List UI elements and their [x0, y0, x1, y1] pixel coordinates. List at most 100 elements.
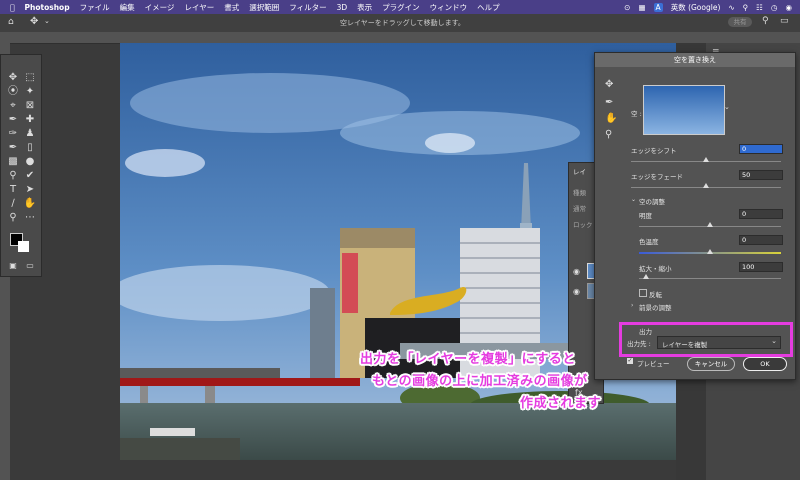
menu-image[interactable]: イメージ — [145, 2, 175, 13]
menu-filter[interactable]: フィルター — [289, 2, 326, 13]
home-icon[interactable]: ⌂ — [8, 17, 14, 27]
blend-mode-select[interactable]: 通常 — [573, 203, 586, 213]
preview-checkbox[interactable]: ✓ — [627, 358, 633, 364]
search-menubar-icon[interactable]: ⚲ — [743, 3, 749, 12]
eyedropper-icon[interactable]: ✒ — [6, 113, 20, 127]
output-highlight-box — [619, 322, 793, 357]
menu-view[interactable]: 表示 — [357, 2, 372, 13]
cancel-button[interactable]: キャンセル — [687, 357, 735, 371]
lock-label: ロック — [573, 221, 593, 229]
sky-label: 空 : — [631, 110, 642, 118]
history-brush-icon[interactable]: ✒ — [6, 141, 20, 155]
sky-move-tool-icon[interactable]: ✥ — [605, 79, 613, 90]
frame-icon[interactable]: ⊠ — [23, 99, 37, 113]
apple-icon[interactable]:  — [10, 3, 15, 12]
control-center-icon[interactable]: ☷ — [756, 3, 763, 12]
sky-brush-icon[interactable]: ✒ — [605, 97, 613, 108]
menu-bar:  Photoshop ファイル 編集 イメージ レイヤー 書式 選択範囲 フィ… — [0, 0, 800, 14]
menu-edit[interactable]: 編集 — [120, 2, 135, 13]
fade-edge-label: エッジをフェード — [631, 173, 683, 181]
stamp-icon[interactable]: ♟ — [23, 127, 37, 141]
flip-checkbox[interactable] — [639, 289, 647, 297]
path-selection-icon[interactable]: ➤ — [23, 183, 37, 197]
scale-label: 拡大・縮小 — [639, 265, 672, 273]
more-tools-icon[interactable]: ⋯ — [23, 211, 37, 225]
fade-edge-thumb[interactable] — [703, 183, 709, 188]
blur-icon[interactable]: ● — [23, 155, 37, 169]
ok-button[interactable]: OK — [743, 357, 787, 371]
tools-panel: ✥ ⬚ ⦿ ✦ ⌖ ⊠ ✒ ✚ ✑ ♟ ✒ ▯ ▩ ● ⚲ ✔ T ➤ ∕ ✋ … — [0, 54, 42, 277]
layers-tab[interactable]: レイ — [573, 166, 586, 176]
menu-app-name[interactable]: Photoshop — [25, 3, 70, 12]
app-icon[interactable]: ▦ — [638, 3, 645, 12]
brightness-label: 明度 — [639, 212, 652, 220]
annotation-line-3: 作成されます — [520, 396, 602, 411]
zoom-tool-icon[interactable]: ⚲ — [605, 129, 612, 140]
options-bar: ⌂ ✥ ⌄ 空レイヤーをドラッグして移動します。 共有 ⚲ ▭ — [0, 14, 800, 33]
background-color-swatch[interactable] — [18, 241, 29, 252]
menu-3d[interactable]: 3D — [337, 3, 348, 12]
menu-type[interactable]: 書式 — [224, 2, 239, 13]
brightness-thumb[interactable] — [707, 222, 713, 227]
menu-window[interactable]: ウィンドウ — [430, 2, 468, 13]
type-icon[interactable]: T — [6, 183, 20, 197]
zoom-icon[interactable]: ⚲ — [6, 211, 20, 225]
fade-edge-value[interactable]: 50 — [739, 170, 783, 180]
shift-edge-thumb[interactable] — [703, 157, 709, 162]
quick-mask-icon[interactable]: ▣ — [6, 259, 20, 273]
eye-icon[interactable]: ◉ — [573, 287, 580, 296]
gradient-icon[interactable]: ▩ — [6, 155, 20, 169]
scale-thumb[interactable] — [643, 274, 649, 279]
bluetooth-icon[interactable]: ⊙ — [624, 3, 630, 12]
workspace-icon[interactable]: ▭ — [780, 16, 789, 26]
shift-edge-label: エッジをシフト — [631, 147, 677, 155]
screen-mode-icon[interactable]: ▭ — [23, 259, 37, 273]
move-icon[interactable]: ✥ — [6, 71, 20, 85]
share-button[interactable]: 共有 — [728, 17, 752, 27]
pen-icon[interactable]: ✔ — [23, 169, 37, 183]
input-source-icon[interactable]: A — [653, 2, 663, 12]
brush-icon[interactable]: ✑ — [6, 127, 20, 141]
sky-preset-thumbnail[interactable] — [643, 85, 725, 135]
annotation-line-2: もとの画像の上に加工済みの画像が — [372, 374, 588, 389]
scale-slider[interactable] — [639, 278, 781, 279]
dodge-icon[interactable]: ⚲ — [6, 169, 20, 183]
hand-icon[interactable]: ✋ — [23, 197, 37, 211]
menu-file[interactable]: ファイル — [80, 2, 110, 13]
search-icon[interactable]: ⚲ — [762, 16, 769, 26]
eraser-icon[interactable]: ▯ — [23, 141, 37, 155]
temperature-label: 色温度 — [639, 238, 659, 246]
crop-icon[interactable]: ⌖ — [6, 99, 20, 113]
dialog-title: 空を置き換え — [595, 53, 795, 67]
menu-help[interactable]: ヘルプ — [477, 2, 500, 13]
menu-layer[interactable]: レイヤー — [184, 2, 214, 13]
brightness-value[interactable]: 0 — [739, 209, 783, 219]
chevron-right-icon[interactable]: › — [631, 302, 633, 309]
siri-icon[interactable]: ◉ — [785, 3, 792, 12]
annotation-line-1: 出力を「レイヤーを複製」にすると — [360, 352, 576, 367]
chevron-down-icon[interactable]: ⌄ — [631, 196, 636, 203]
menu-plugins[interactable]: プラグイン — [382, 2, 420, 13]
layer-kind-filter[interactable]: 種類 — [573, 187, 586, 197]
input-source-label[interactable]: 英数 (Google) — [671, 2, 721, 13]
move-tool-icon[interactable]: ✥ — [30, 16, 38, 27]
eye-icon[interactable]: ◉ — [573, 267, 580, 276]
flip-label: 反転 — [649, 291, 662, 299]
chevron-down-icon[interactable]: ⌄ — [44, 17, 50, 25]
hand-tool-icon[interactable]: ✋ — [605, 113, 617, 124]
healing-brush-icon[interactable]: ✚ — [23, 113, 37, 127]
scale-value[interactable]: 100 — [739, 262, 783, 272]
marquee-icon[interactable]: ⬚ — [23, 71, 37, 85]
menu-select[interactable]: 選択範囲 — [249, 2, 279, 13]
temperature-value[interactable]: 0 — [739, 235, 783, 245]
sky-adjust-label[interactable]: 空の調整 — [639, 196, 665, 206]
chevron-down-icon[interactable]: ⌄ — [724, 103, 730, 111]
wifi-icon[interactable]: ∿ — [728, 3, 734, 12]
line-icon[interactable]: ∕ — [6, 197, 20, 211]
temperature-thumb[interactable] — [707, 249, 713, 254]
lasso-icon[interactable]: ⦿ — [6, 85, 20, 99]
foreground-adjust-label[interactable]: 前景の調整 — [639, 302, 672, 312]
clock-icon[interactable]: ◷ — [771, 3, 778, 12]
magic-wand-icon[interactable]: ✦ — [23, 85, 37, 99]
shift-edge-value[interactable]: 0 — [739, 144, 783, 154]
